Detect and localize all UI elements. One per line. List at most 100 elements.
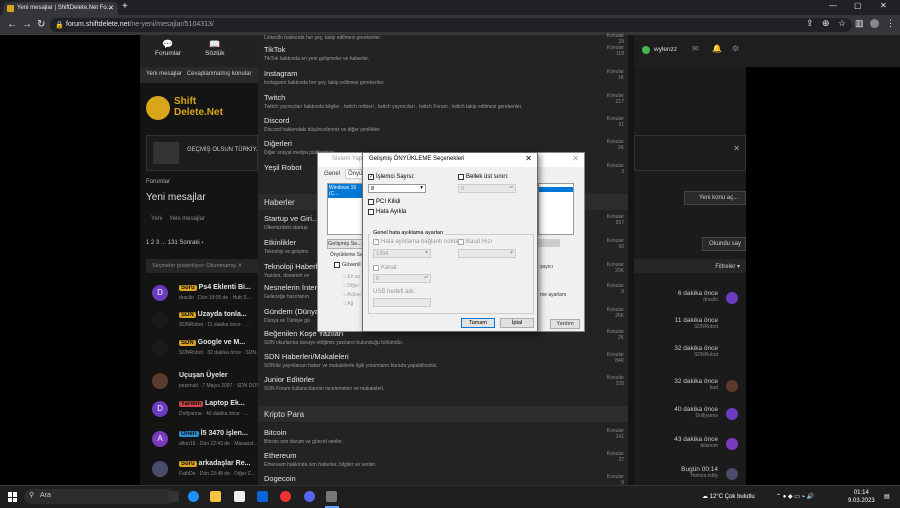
new-tab-icon[interactable]: + (122, 1, 128, 12)
tray-icons[interactable]: ⌃ ● ◆ ▭ ⌁ 🔊 (776, 493, 814, 500)
share-icon[interactable]: ⇪ (806, 18, 814, 29)
minimize-icon[interactable]: — (829, 1, 837, 10)
category-title[interactable]: Twitch (264, 93, 624, 102)
category-title[interactable]: Ethereum (264, 451, 624, 460)
last-post-user[interactable]: dracilo (634, 297, 718, 303)
debug-port-checkbox[interactable]: ✓ Hata ayıklama bağlantı noktası: (373, 239, 465, 245)
forum-category[interactable]: LinkedIn hakkında her şey, takip edilmes… (264, 33, 624, 45)
avatar[interactable]: D (152, 285, 168, 301)
spinner-icon[interactable]: ▴▾ (424, 274, 428, 279)
last-post-user[interactable]: Dolfyanna (634, 413, 718, 419)
thread-row[interactable]: SDN Google ve M... SDNRobot · 32 dakika ön… (146, 337, 260, 361)
username[interactable]: wylenzz (654, 46, 677, 53)
forum-category[interactable]: Instagram Instagram hakkında her şey, tak… (264, 69, 624, 86)
subnav-new[interactable]: Yeni mesajlar (146, 71, 182, 77)
avatar[interactable] (152, 340, 168, 356)
category-title[interactable]: Dogecoin (264, 474, 624, 483)
avatar[interactable] (152, 461, 168, 477)
notifications-icon[interactable]: ▤ (884, 493, 890, 500)
avatar[interactable] (152, 373, 168, 389)
store-icon[interactable] (234, 491, 245, 502)
nav-sozluk[interactable]: 📖 Sözlük (205, 39, 225, 57)
subnav-unanswered[interactable]: Cevaplanmamış konular (187, 71, 252, 77)
pagination[interactable]: 1 2 3 ... 131 Sonraki › (146, 240, 203, 246)
menu-icon[interactable]: ⋮ (886, 18, 895, 29)
tab-new[interactable]: Yeni (151, 216, 162, 222)
opt-active[interactable]: Active (347, 292, 361, 298)
zoom-icon[interactable]: ⊕ (822, 18, 830, 29)
discord-icon[interactable] (304, 491, 315, 502)
thread-row[interactable]: SDN Uzayda tonla... SDNRobot · 11 dakika ö… (146, 309, 258, 333)
advanced-options-button[interactable]: Gelişmiş Se... (327, 239, 363, 249)
new-thread-button[interactable]: Yeni konu aç... (684, 191, 746, 205)
thread-row[interactable]: Uçuşan Üyeler pezenuit · 7 Mayıs 2007 · S… (146, 370, 264, 394)
last-post-user[interactable]: SDNRobot (634, 352, 718, 358)
channel-checkbox[interactable]: Kanal: (373, 265, 398, 271)
section-kripto-para[interactable]: Kripto Para (258, 406, 628, 422)
settings-icon[interactable]: ⚙ (732, 44, 739, 53)
last-post-avatar[interactable] (726, 347, 738, 359)
clock[interactable]: 01:14 9.03.2023 (848, 489, 875, 505)
memory-limit-field[interactable]: 0 ▴▾ (458, 184, 516, 193)
tab-general[interactable]: Genel (324, 171, 340, 177)
usb-target-field[interactable] (373, 298, 431, 307)
avatar[interactable]: D (152, 401, 168, 417)
maximize-icon[interactable]: ▢ (854, 1, 862, 10)
channel-field[interactable]: 0 ▴▾ (373, 274, 431, 283)
debug-port-select[interactable]: 1394 ▾ (373, 249, 431, 258)
thread-title[interactable]: SDN Uzayda tonla... (179, 311, 247, 318)
last-post-user[interactable]: bud (634, 385, 718, 391)
thread-row[interactable]: Soru arkadaşlar Re... FathDe · Dün 23:48 d… (146, 458, 258, 482)
forward-icon[interactable]: → (22, 19, 32, 30)
user-avatar[interactable] (642, 46, 650, 54)
weather[interactable]: ☁ 12°C Çok bulutlu (702, 493, 755, 500)
forum-category[interactable]: Ethereum Ethereum hakkında son haberler, … (264, 451, 624, 468)
help-button[interactable]: Yardım (550, 319, 580, 329)
close-banner-icon[interactable]: ✕ (733, 144, 740, 153)
windows-start-icon[interactable] (8, 492, 18, 502)
last-post-avatar[interactable] (726, 438, 738, 450)
last-post-user[interactable]: SDNRobot (634, 324, 718, 330)
baud-rate-select[interactable]: ▾ (458, 249, 516, 258)
thread-row[interactable]: D Yardım Laptop Ek... Dolfyanna · 40 dakika… (146, 398, 258, 422)
reload-icon[interactable]: ↻ (37, 19, 45, 30)
category-title[interactable]: TikTok (264, 45, 624, 54)
browser-tab[interactable]: Yeni mesajlar | ShiftDelete.Net Fo... ✕ (3, 2, 118, 15)
debug-checkbox[interactable]: Hata Ayıkla (368, 209, 406, 215)
avatar[interactable]: A (152, 431, 168, 447)
edge-icon[interactable] (188, 491, 199, 502)
mail-icon[interactable]: ✉ (692, 44, 699, 53)
baud-rate-checkbox[interactable]: Baud Hızı (458, 239, 492, 245)
thread-title[interactable]: SDN Google ve M... (179, 339, 245, 346)
forum-category[interactable]: Twitch Twitch yayıncıları hakkında bilgil… (264, 93, 624, 110)
taskview-icon[interactable] (168, 491, 179, 502)
cancel-button[interactable]: İptal (500, 318, 534, 328)
profile-avatar[interactable] (870, 19, 879, 28)
thread-row[interactable]: A Öneri İ5 3470 işlen... afion16 · Dün 22:4… (146, 428, 258, 452)
category-title[interactable]: Bitcoin (264, 428, 624, 437)
thread-last-post[interactable]: 11 dakika önce SDNRobot (634, 317, 718, 341)
forum-category[interactable]: SDN Haberleri/Makaleleri SDN'de yayınlana… (264, 352, 624, 369)
mark-read-button[interactable]: Okundu say (702, 237, 746, 251)
last-post-avatar[interactable] (726, 292, 738, 304)
thread-last-post[interactable]: 32 dakika önce bud (634, 378, 718, 402)
close-tab-icon[interactable]: ✕ (108, 4, 114, 12)
filter-shown[interactable]: Seçmeler gösteriliyor: Okunmamış ✕ (152, 263, 242, 269)
chrome-icon[interactable] (280, 491, 291, 502)
last-post-avatar[interactable] (726, 468, 738, 480)
forum-category[interactable]: Discord Discord hakkındaki düşünceleriniz… (264, 116, 624, 133)
thread-row[interactable]: D Soru Ps4 Eklenti Bi... dracilo · Dün 19:0… (146, 282, 258, 306)
thread-last-post[interactable]: 40 dakika önce Dolfyanna (634, 406, 718, 430)
dialog-close-icon[interactable]: ✕ (525, 154, 532, 163)
bell-icon[interactable]: 🔔 (712, 44, 722, 53)
forum-category[interactable]: TikTok TikTok hakkında en yeni gelişmeler… (264, 45, 624, 62)
sysconfig-close-icon[interactable]: ✕ (572, 154, 579, 163)
thread-last-post[interactable]: 43 dakika önce bilanom (634, 436, 718, 460)
thread-title[interactable]: Soru arkadaşlar Re... (179, 460, 250, 467)
opt-other[interactable]: Diğer (347, 283, 359, 289)
back-icon[interactable]: ← (7, 19, 17, 30)
last-post-avatar[interactable] (726, 380, 738, 392)
sysconfig-app-icon[interactable] (326, 491, 337, 502)
category-title[interactable]: Junior Editörler (264, 375, 624, 384)
thread-last-post[interactable]: 32 dakika önce SDNRobot (634, 345, 718, 369)
